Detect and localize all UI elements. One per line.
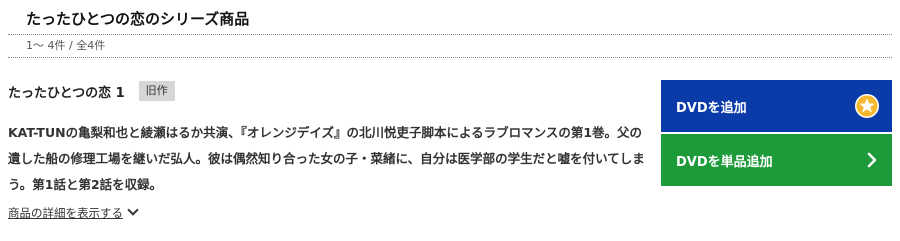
add-single-dvd-label[interactable]: DVDを単品追加 [676,151,773,170]
item-title[interactable]: たったひとつの恋 1 [8,82,125,101]
add-single-dvd-button[interactable]: DVDを単品追加 [661,134,892,186]
item-description: KAT-TUNの亀梨和也と綾瀬はるか共演、『オレンジデイズ』の北川悦吏子脚本によ… [8,125,645,192]
chevron-right-icon [867,152,877,168]
add-dvd-button[interactable]: DVDを追加 [661,80,892,132]
show-details-link[interactable]: 商品の詳細を表示する [8,204,139,221]
star-icon [855,94,879,118]
add-dvd-label[interactable]: DVDを追加 [676,97,747,116]
series-title: たったひとつの恋のシリーズ商品 [26,10,250,28]
chevron-down-icon[interactable] [127,204,139,216]
show-details-label[interactable]: 商品の詳細を表示する [8,205,123,221]
result-count-bar: 1〜 4件 / 全4件 [8,34,892,58]
old-release-badge: 旧作 [138,81,175,101]
item-header: たったひとつの恋 1 旧作 [8,80,175,102]
result-count: 1〜 4件 / 全4件 [26,39,106,52]
